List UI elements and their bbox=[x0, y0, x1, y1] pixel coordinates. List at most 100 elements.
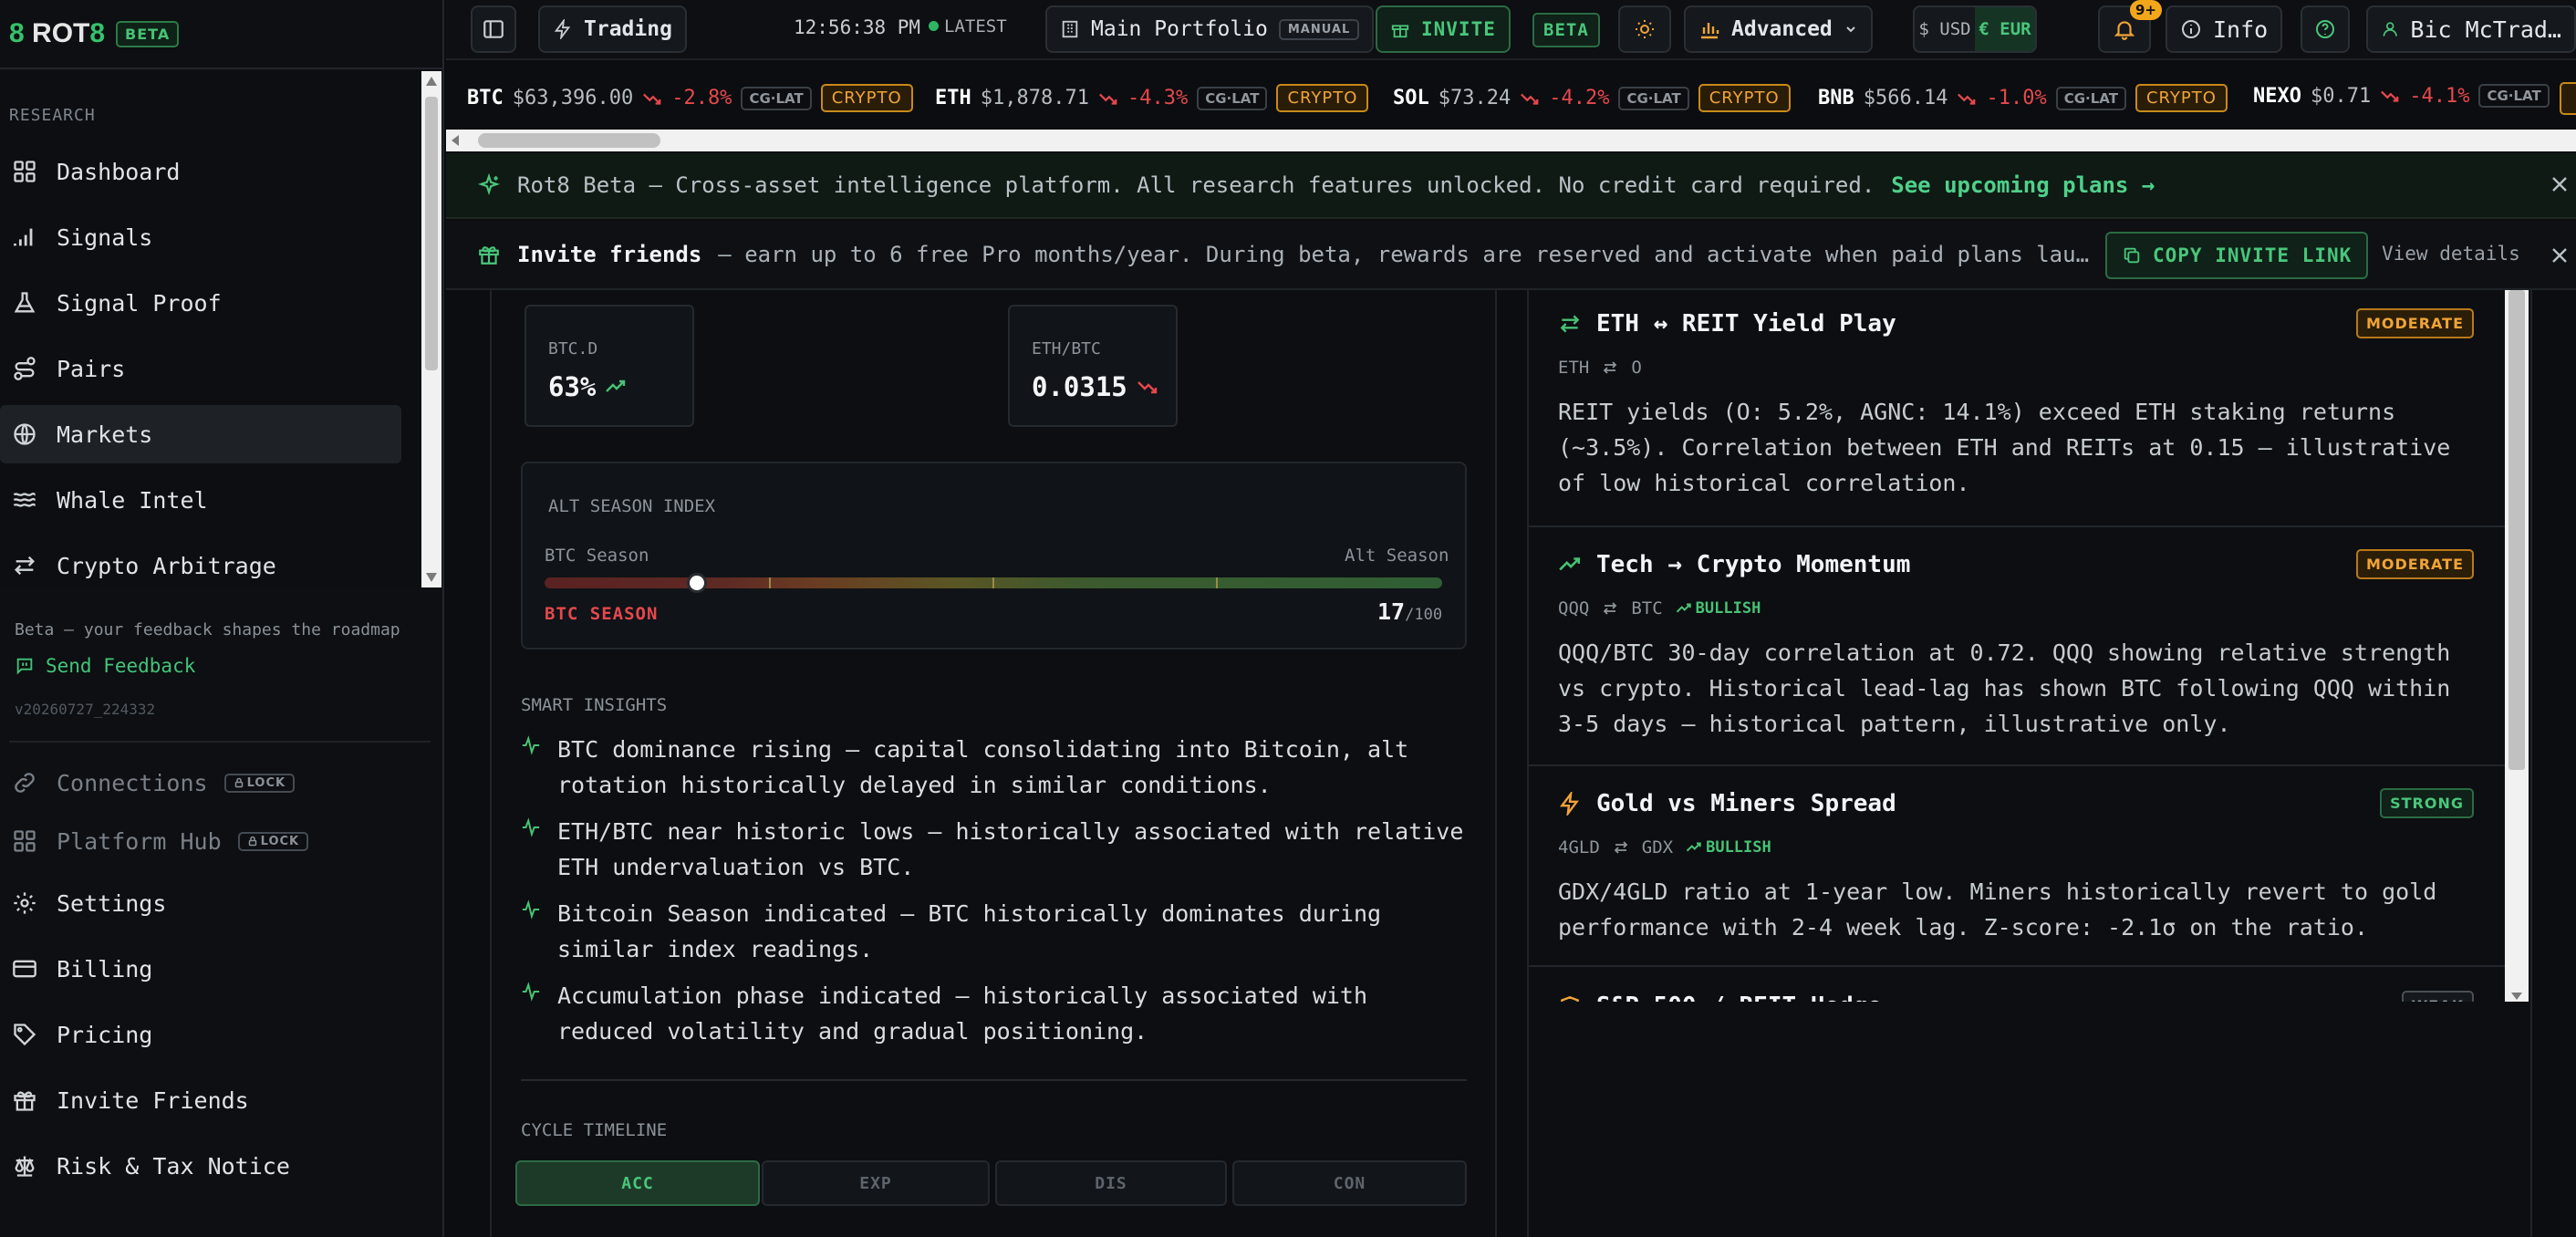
ticker-item[interactable]: NEXO $0.71 -4.1% CG·LAT bbox=[2253, 84, 2550, 108]
grid-icon bbox=[9, 156, 40, 187]
view-details-link[interactable]: View details bbox=[2382, 243, 2520, 265]
pair-title: Gold vs Miners Spread bbox=[1558, 790, 2505, 817]
ticker-item[interactable]: BNB $566.14 -1.0% CG·LAT CRYPTO bbox=[1818, 84, 2228, 112]
portfolio-selector[interactable]: Main Portfolio MANUAL bbox=[1045, 5, 1375, 53]
sidebar-item-platform-hub[interactable]: Platform Hub LOCK bbox=[0, 812, 401, 870]
cycle-step-con[interactable]: CON bbox=[1232, 1160, 1467, 1206]
pair-card[interactable]: ETH ↔ REIT Yield Play ETH O REIT yields … bbox=[1529, 290, 2505, 527]
user-menu-button[interactable]: Bic McTrad… bbox=[2366, 5, 2576, 53]
pair-opportunities-list: ETH ↔ REIT Yield Play ETH O REIT yields … bbox=[1529, 290, 2505, 1002]
ticker-category: CRYPTO bbox=[1698, 84, 1791, 112]
sidebar-item-whale-intel[interactable]: Whale Intel bbox=[0, 471, 401, 529]
help-button[interactable] bbox=[2301, 5, 2350, 53]
insight-item: ETH/BTC near historic lows — historicall… bbox=[521, 814, 1470, 885]
trading-mode-button[interactable]: Trading bbox=[538, 5, 687, 53]
ticker-item[interactable]: ETH $1,878.71 -4.3% CG·LAT CRYPTO bbox=[935, 84, 1369, 112]
stat-value: 63% bbox=[548, 371, 692, 402]
sidebar-item-settings[interactable]: Settings bbox=[0, 874, 401, 932]
sidebar-item-signal-proof[interactable]: Signal Proof bbox=[0, 274, 401, 332]
building-icon bbox=[1062, 20, 1078, 38]
view-mode-dropdown[interactable]: Advanced bbox=[1684, 5, 1873, 53]
insight-item: BTC dominance rising — capital consolida… bbox=[521, 732, 1470, 803]
sidebar-item-label: Connections bbox=[57, 769, 208, 796]
currency-usd[interactable]: $ USD bbox=[1915, 7, 1975, 51]
copy-invite-link-button[interactable]: COPY INVITE LINK bbox=[2105, 232, 2369, 279]
pair-card[interactable]: Tech → Crypto Momentum QQQ BTC BULLISH Q… bbox=[1529, 527, 2505, 766]
ticker-category: CRYPTO bbox=[2135, 84, 2228, 112]
ticker-change: -4.1% bbox=[2409, 84, 2470, 108]
cycle-step-exp[interactable]: EXP bbox=[762, 1160, 990, 1206]
logo[interactable]: 8 ROT8 BETA bbox=[0, 0, 444, 69]
ticker-scroll-thumb[interactable] bbox=[478, 133, 660, 148]
live-dot bbox=[929, 21, 939, 31]
ticker-source: CG·LAT bbox=[2478, 84, 2550, 108]
trend-down-icon bbox=[1521, 93, 1539, 105]
insight-item: Accumulation phase indicated — historica… bbox=[521, 978, 1470, 1049]
pulse-icon bbox=[521, 978, 541, 1049]
flask-icon bbox=[9, 287, 40, 318]
pairs-scroll-thumb[interactable] bbox=[2508, 290, 2525, 770]
gear-icon bbox=[9, 888, 40, 919]
tag-icon bbox=[9, 1019, 40, 1050]
version-label: v20260727_224332 bbox=[15, 701, 156, 718]
sidebar-item-pairs[interactable]: Pairs bbox=[0, 339, 401, 398]
feedback-text: Beta — your feedback shapes the roadmap bbox=[15, 620, 400, 639]
pulse-icon bbox=[521, 814, 541, 885]
ticker-scrollbar[interactable] bbox=[446, 130, 2576, 151]
portfolio-tag: MANUAL bbox=[1278, 18, 1360, 40]
close-invite-banner-button[interactable] bbox=[2549, 244, 2571, 266]
info-button[interactable]: Info bbox=[2166, 5, 2283, 53]
sidebar-item-markets[interactable]: Markets bbox=[0, 405, 401, 463]
theme-toggle-button[interactable] bbox=[1618, 5, 1671, 53]
sidebar-item-crypto-arbitrage[interactable]: Crypto Arbitrage bbox=[0, 536, 401, 595]
sidebar-item-billing[interactable]: Billing bbox=[0, 940, 401, 998]
close-beta-banner-button[interactable] bbox=[2549, 173, 2571, 195]
ticker-item[interactable]: SOL $73.24 -4.2% CG·LAT CRYPTO bbox=[1393, 84, 1791, 112]
sidebar-item-risk-tax[interactable]: Risk & Tax Notice bbox=[0, 1137, 401, 1195]
sidebar-item-label: Signal Proof bbox=[57, 289, 222, 317]
ticker-price: $63,396.00 bbox=[512, 87, 634, 109]
trend-down-icon bbox=[1958, 93, 1976, 105]
upcoming-plans-link[interactable]: See upcoming plans → bbox=[1891, 172, 2155, 198]
sidebar-item-connections[interactable]: Connections LOCK bbox=[0, 754, 401, 812]
ticker-price: $566.14 bbox=[1863, 87, 1948, 109]
cycle-step-acc[interactable]: ACC bbox=[515, 1160, 760, 1206]
copy-invite-link-label: COPY INVITE LINK bbox=[2153, 244, 2353, 266]
sidebar-item-invite-friends[interactable]: Invite Friends bbox=[0, 1071, 401, 1129]
scroll-left-arrow bbox=[452, 135, 459, 146]
pair-description: GDX/4GLD ratio at 1-year low. Miners his… bbox=[1558, 878, 2437, 941]
live-status: LATEST bbox=[929, 16, 1007, 36]
pair-card[interactable]: Gold vs Miners Spread 4GLD GDX BULLISH G… bbox=[1529, 766, 2505, 967]
ticker-price: $0.71 bbox=[2310, 84, 2372, 108]
alt-season-score: 17/100 bbox=[1377, 598, 1443, 625]
sidebar-item-dashboard[interactable]: Dashboard bbox=[0, 142, 401, 201]
sidebar-item-label: Platform Hub bbox=[57, 827, 222, 855]
stat-label: BTC.D bbox=[548, 339, 598, 359]
sidebar-item-label: Markets bbox=[57, 421, 153, 448]
ticker-symbol: ETH bbox=[935, 87, 971, 109]
sidebar-item-label: Invite Friends bbox=[57, 1086, 249, 1114]
brand-logo: 8 ROT8 bbox=[9, 18, 106, 48]
btc-season-label: BTC Season bbox=[545, 546, 649, 566]
cycle-step-dis[interactable]: DIS bbox=[995, 1160, 1227, 1206]
clock: 12:56:38 PM bbox=[794, 16, 921, 38]
smart-insights-title: SMART INSIGHTS bbox=[521, 695, 668, 715]
send-feedback-link[interactable]: Send Feedback bbox=[15, 655, 195, 677]
toggle-sidebar-button[interactable] bbox=[471, 5, 516, 53]
currency-eur[interactable]: € EUR bbox=[1975, 7, 2035, 51]
pair-card[interactable]: S&P 500 / REIT Hedge WEAK bbox=[1529, 969, 2505, 1002]
sidebar-item-label: Pairs bbox=[57, 355, 126, 382]
sidebar-scrollbar[interactable] bbox=[421, 71, 441, 587]
beta-status-badge: BETA bbox=[1532, 13, 1600, 47]
ticker-item[interactable]: BTC $63,396.00 -2.8% CG·LAT CRYPTO bbox=[467, 84, 913, 112]
sidebar-item-pricing[interactable]: Pricing bbox=[0, 1005, 401, 1064]
shield-icon bbox=[1561, 995, 1579, 1002]
ticker-source: CG·LAT bbox=[2055, 86, 2126, 110]
divider bbox=[521, 1079, 1467, 1081]
trend-up-icon bbox=[606, 379, 626, 392]
sidebar-item-signals[interactable]: Signals bbox=[0, 208, 401, 266]
invite-button[interactable]: INVITE bbox=[1376, 5, 1511, 53]
ticker-symbol: BNB bbox=[1818, 87, 1854, 109]
lock-badge: LOCK bbox=[237, 831, 309, 851]
pulse-icon bbox=[521, 732, 541, 803]
